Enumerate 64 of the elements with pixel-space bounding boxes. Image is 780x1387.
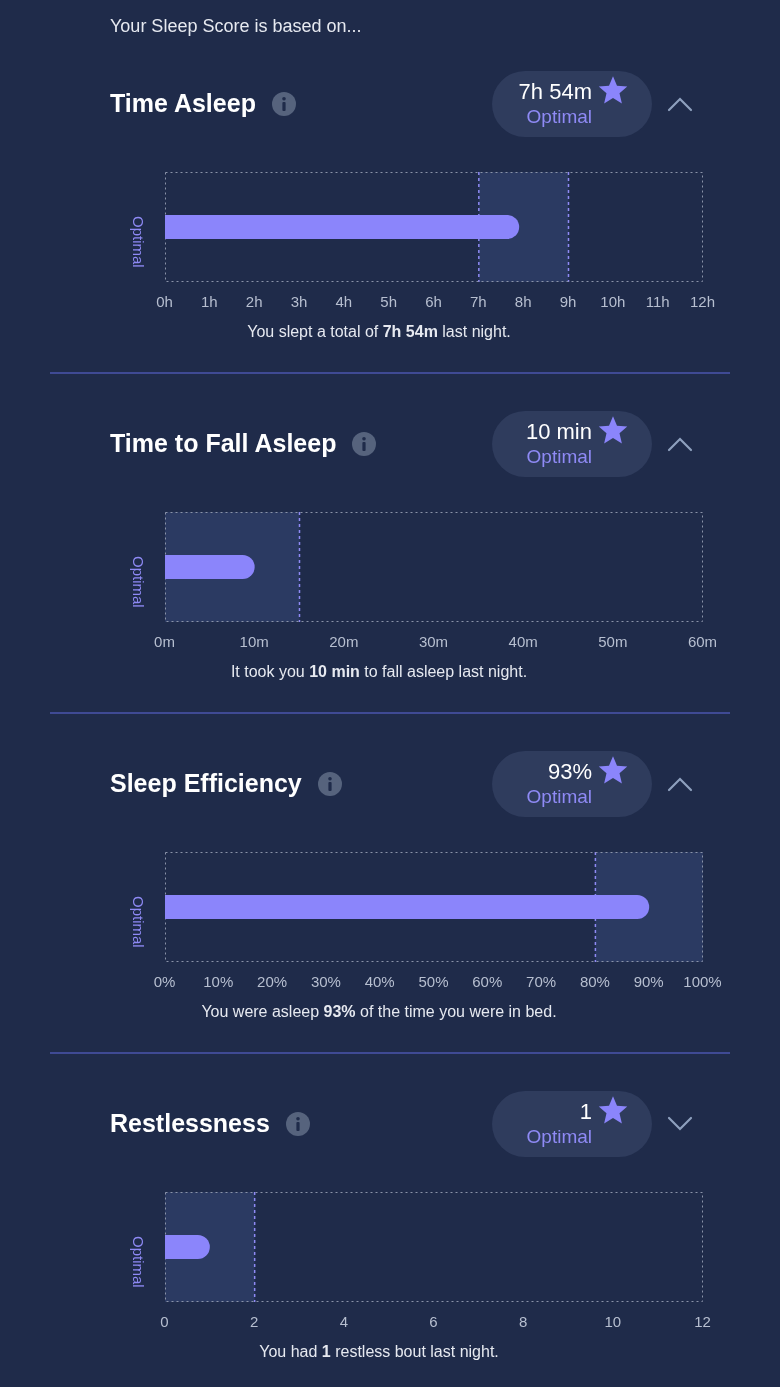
tick-label: 4h bbox=[335, 292, 353, 312]
axis-label: Optimal bbox=[128, 896, 148, 948]
tick-label: 11h bbox=[645, 292, 670, 312]
score-value: 93% bbox=[547, 759, 592, 785]
score-rating: Optimal bbox=[526, 445, 592, 469]
tick-label: 8 bbox=[519, 1312, 528, 1332]
tick-label: 7h bbox=[470, 292, 487, 312]
tick-label: 12 bbox=[694, 1312, 711, 1332]
star-icon bbox=[598, 416, 628, 445]
caption: You slept a total of 7h 54m last night. bbox=[247, 322, 511, 342]
score-rating: Optimal bbox=[526, 1125, 592, 1149]
tick-label: 12h bbox=[690, 292, 715, 312]
tick-label: 30m bbox=[418, 632, 449, 652]
tick-label: 60m bbox=[687, 632, 718, 652]
tick-label: 50% bbox=[418, 972, 449, 992]
tick-label: 30% bbox=[310, 972, 341, 992]
tick-label: 2 bbox=[250, 1312, 259, 1332]
caption: It took you 10 min to fall asleep last night. bbox=[230, 662, 528, 682]
score-rating: Optimal bbox=[526, 785, 592, 809]
tick-label: 10h bbox=[600, 292, 626, 312]
tick-label: 60% bbox=[472, 972, 503, 992]
section-title: Sleep Efficiency bbox=[110, 768, 302, 800]
tick-label: 8h bbox=[514, 292, 532, 312]
section-title: Restlessness bbox=[110, 1108, 270, 1140]
tick-label: 6 bbox=[429, 1312, 438, 1332]
star-icon bbox=[598, 756, 628, 785]
score-value: 7h 54m bbox=[518, 79, 592, 105]
tick-label: 4 bbox=[339, 1312, 348, 1332]
tick-label: 40% bbox=[364, 972, 395, 992]
tick-label: 1h bbox=[201, 292, 218, 312]
tick-label: 90% bbox=[633, 972, 664, 992]
caption: You were asleep 93% of the time you were in bed. bbox=[201, 1002, 557, 1022]
tick-label: 0h bbox=[156, 292, 173, 312]
tick-label: 20% bbox=[257, 972, 288, 992]
tick-label: 10m bbox=[239, 632, 269, 652]
axis-label: Optimal bbox=[128, 216, 148, 268]
tick-label: 80% bbox=[579, 972, 610, 992]
tick-label: 0% bbox=[153, 972, 176, 992]
axis-label: Optimal bbox=[128, 1236, 148, 1288]
bar bbox=[164, 1235, 210, 1259]
tick-label: 50m bbox=[598, 632, 628, 652]
tick-label: 2h bbox=[245, 292, 263, 312]
tick-label: 0m bbox=[154, 632, 175, 652]
section-title: Time to Fall Asleep bbox=[110, 428, 337, 460]
tick-label: 5h bbox=[380, 292, 397, 312]
tick-label: 70% bbox=[526, 972, 557, 992]
tick-label: 0 bbox=[160, 1312, 169, 1332]
star-icon bbox=[598, 1096, 628, 1125]
tick-label: 40m bbox=[508, 632, 538, 652]
score-rating: Optimal bbox=[526, 105, 592, 129]
tick-label: 10% bbox=[203, 972, 234, 992]
tick-label: 10 bbox=[604, 1312, 622, 1332]
section-title: Time Asleep bbox=[110, 88, 256, 120]
score-value: 1 bbox=[579, 1099, 592, 1125]
tick-label: 3h bbox=[290, 292, 308, 312]
tick-label: 9h bbox=[559, 292, 577, 312]
caption: You had 1 restless bout last night. bbox=[259, 1342, 499, 1362]
score-value: 10 min bbox=[525, 419, 592, 445]
tick-label: 6h bbox=[425, 292, 442, 312]
intro-text: Your Sleep Score is based on... bbox=[110, 16, 362, 36]
axis-label: Optimal bbox=[128, 556, 148, 608]
star-icon bbox=[598, 76, 628, 105]
tick-label: 100% bbox=[683, 972, 722, 992]
tick-label: 20m bbox=[329, 632, 359, 652]
